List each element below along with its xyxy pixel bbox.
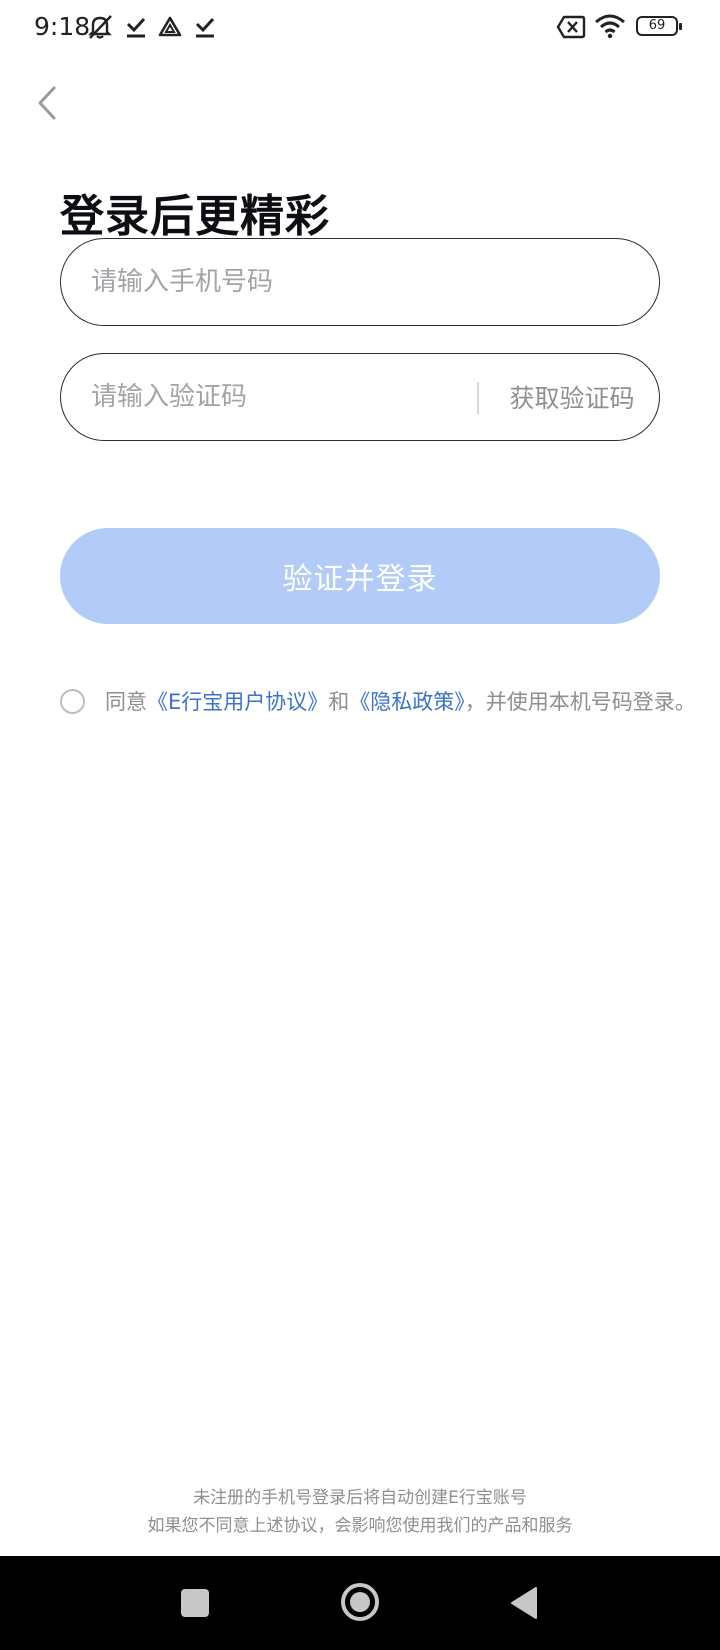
footer-line-2: 如果您不同意上述协议，会影响您使用我们的产品和服务 [147, 1516, 573, 1536]
wifi-icon [595, 14, 625, 39]
agreement-suffix: ，并使用本机号码登录。 [464, 690, 696, 714]
footer-note: 未注册的手机号登录后将自动创建E行宝账号 如果您不同意上述协议，会影响您使用我们… [0, 1484, 720, 1540]
verification-code-field[interactable]: 获取验证码 [60, 353, 660, 441]
login-screen: 9:18 69 登录后更精彩 请输入手机号码 请输入验证码 获取验证码 验证并登… [0, 0, 720, 1650]
agreement-prefix: 同意 [105, 690, 147, 714]
check-download-icon [195, 17, 215, 38]
agree-checkbox[interactable] [60, 689, 85, 714]
check-download-icon [126, 17, 146, 38]
bell-muted-icon [88, 15, 112, 39]
verification-code-input[interactable] [91, 354, 471, 440]
status-time: 9:18 [34, 12, 91, 41]
status-bar: 9:18 69 [0, 0, 720, 56]
back-button[interactable] [30, 82, 66, 126]
battery-icon: 69 [636, 16, 682, 36]
no-sim-icon [556, 15, 586, 39]
get-code-button[interactable]: 获取验证码 [497, 354, 647, 440]
phone-input[interactable] [91, 239, 631, 325]
agreement-text: 同意《E行宝用户协议》和《隐私政策》，并使用本机号码登录。 [105, 686, 710, 719]
user-agreement-link[interactable]: 《E行宝用户协议》 [147, 690, 328, 714]
chevron-left-icon [38, 86, 56, 120]
nav-back-icon[interactable] [509, 1586, 539, 1620]
agreement-and: 和 [328, 690, 350, 714]
home-button[interactable] [341, 1583, 379, 1621]
footer-line-1: 未注册的手机号登录后将自动创建E行宝账号 [193, 1488, 527, 1508]
battery-level: 69 [648, 18, 666, 33]
recents-button[interactable] [181, 1589, 209, 1617]
navigation-bar [0, 1556, 720, 1650]
drive-icon [158, 16, 182, 37]
verify-login-button[interactable]: 验证并登录 [60, 528, 660, 624]
privacy-policy-link[interactable]: 《隐私政策》 [349, 690, 465, 714]
page-title: 登录后更精彩 [60, 191, 330, 242]
phone-field[interactable] [60, 238, 660, 326]
divider [477, 382, 479, 414]
